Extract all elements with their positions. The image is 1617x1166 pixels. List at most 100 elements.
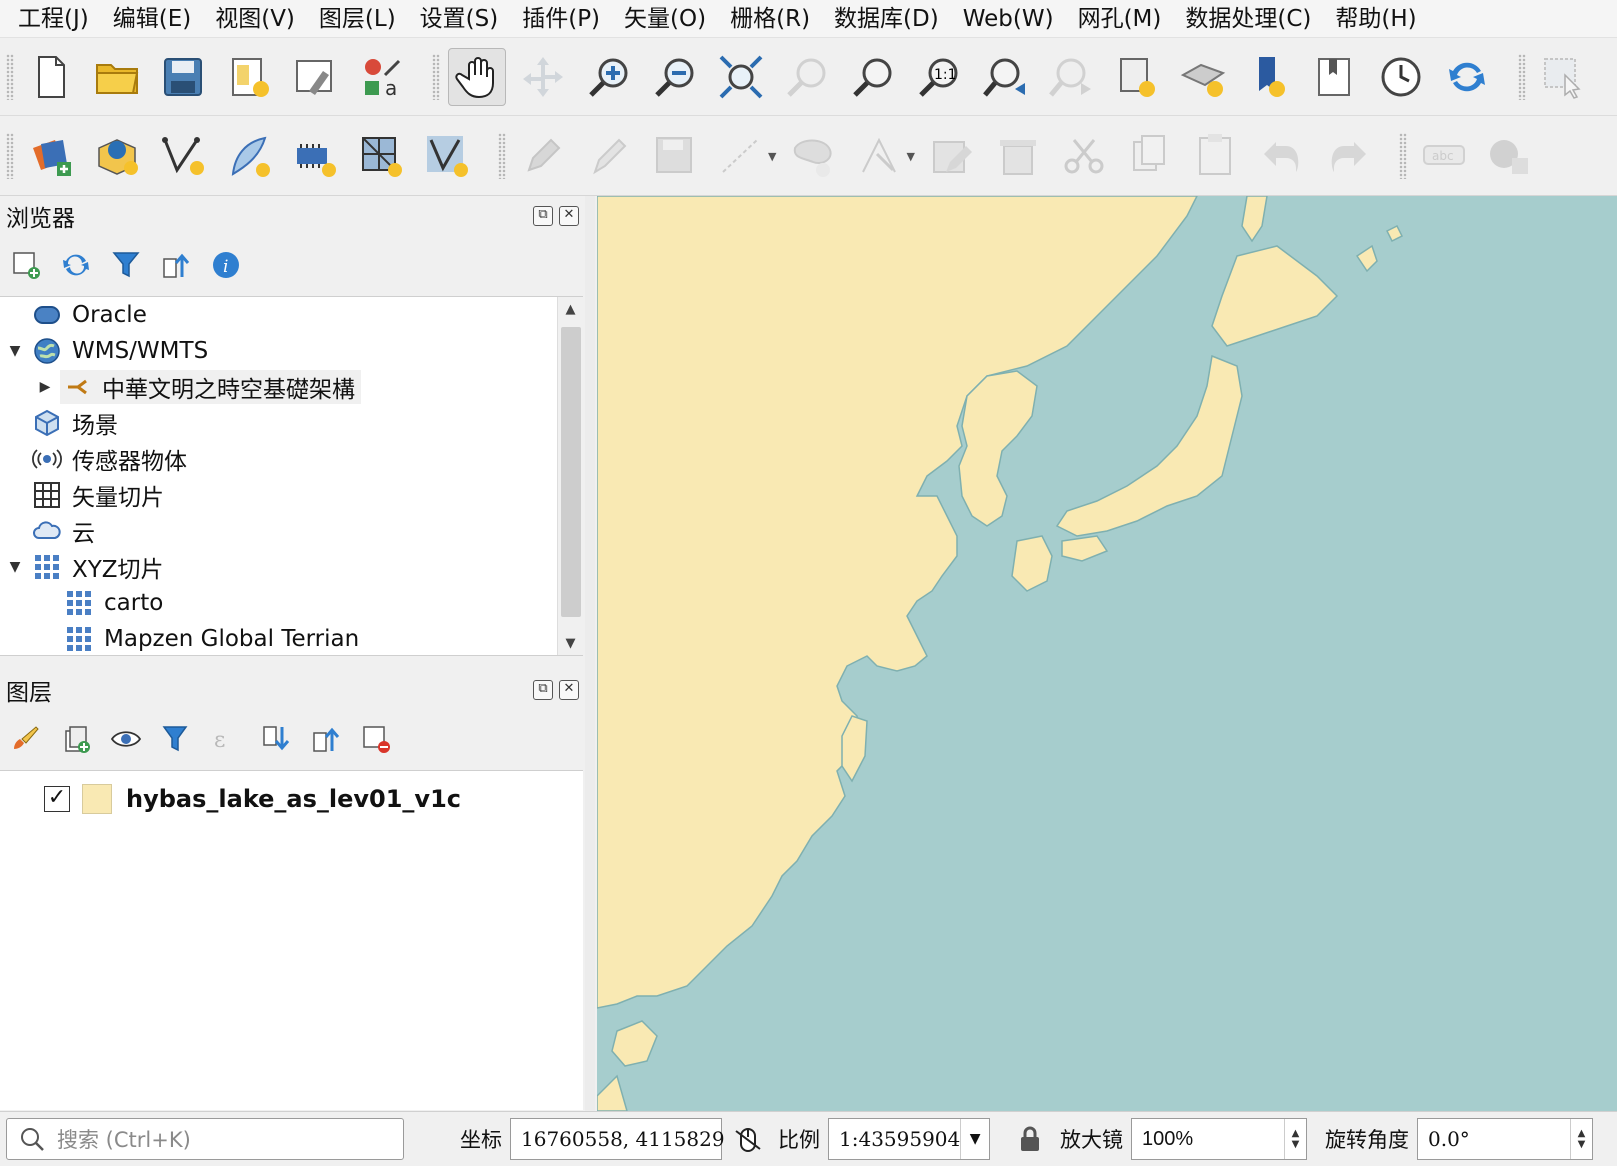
zoom-to-layer-button[interactable] [844,48,902,106]
pan-to-selection-button[interactable] [514,48,572,106]
filter-expression-button[interactable]: ε [208,721,244,757]
menu-layer[interactable]: 图层(L) [307,1,408,37]
tree-item-wms-layer[interactable]: ▶ 中華文明之時空基礎架構 [0,369,583,405]
toolbar-grip-6[interactable] [1398,133,1407,179]
delete-selected-button[interactable] [989,127,1047,185]
expand-arrow-icon[interactable]: ▼ [0,343,30,359]
zoom-to-selection-button[interactable] [778,48,836,106]
spin-arrows-icon[interactable]: ▲ ▼ [1284,1119,1306,1159]
layer-symbol-swatch[interactable] [82,784,112,814]
close-panel-icon[interactable]: ✕ [559,206,579,226]
filter-browser-button[interactable] [108,247,144,283]
zoom-out-button[interactable] [646,48,704,106]
save-project-button[interactable] [154,48,212,106]
new-spatialite-layer-button[interactable] [220,127,278,185]
menu-mesh[interactable]: 网孔(M) [1066,1,1174,37]
current-edits-button[interactable] [514,127,572,185]
expand-arrow-icon[interactable]: ▶ [30,379,60,395]
new-geopackage-layer-button[interactable] [88,127,146,185]
menu-project[interactable]: 工程(J) [6,1,101,37]
menu-web[interactable]: Web(W) [951,1,1066,37]
refresh-browser-button[interactable] [58,247,94,283]
scroll-up-icon[interactable]: ▲ [558,297,583,323]
spin-arrows-icon[interactable]: ▲ ▼ [1570,1119,1592,1159]
menu-database[interactable]: 数据库(D) [822,1,951,37]
toolbar-grip[interactable] [6,53,14,100]
expand-all-button[interactable] [258,721,294,757]
add-selected-layers-button[interactable] [8,247,44,283]
menu-edit[interactable]: 编辑(E) [101,1,203,37]
chevron-down-icon[interactable]: ▼ [960,1119,989,1159]
new-virtual-layer-button[interactable] [352,127,410,185]
collapse-all-button[interactable] [158,247,194,283]
toolbar-grip-2[interactable] [432,53,440,100]
show-spatial-bookmarks-button[interactable] [1240,48,1298,106]
zoom-in-button[interactable] [580,48,638,106]
menu-settings[interactable]: 设置(S) [408,1,511,37]
coordinate-field[interactable]: 16760558, 4115829 [510,1118,725,1160]
data-source-manager-button[interactable] [22,127,80,185]
add-polygon-button[interactable] [784,127,842,185]
menu-vector[interactable]: 矢量(O) [612,1,718,37]
tree-item-xyz[interactable]: ▼ XYZ切片 [0,549,583,585]
scroll-down-icon[interactable]: ▼ [558,631,583,655]
locator-search-input[interactable]: 搜索 (Ctrl+K) [6,1118,404,1160]
filter-legend-button[interactable] [158,721,194,757]
tree-item-oracle[interactable]: Oracle [0,297,583,333]
remove-layer-button[interactable] [358,721,394,757]
tree-item-mapzen[interactable]: Mapzen Global Terrian [0,621,583,655]
scroll-thumb[interactable] [561,327,581,617]
open-project-button[interactable] [88,48,146,106]
panel-splitter[interactable] [585,196,595,1111]
new-mesh-layer-button[interactable] [418,127,476,185]
digitize-button[interactable] [712,127,770,185]
tree-item-carto[interactable]: carto [0,585,583,621]
pan-map-button[interactable] [448,47,506,106]
zoom-native-button[interactable]: 1:1 [910,48,968,106]
lock-scale-button[interactable] [1012,1121,1048,1157]
close-panel-icon[interactable]: ✕ [559,680,579,700]
diagram-button[interactable] [1481,127,1539,185]
bookmark-manager-button[interactable] [1306,48,1364,106]
layer-labeling-button[interactable]: abc [1415,127,1473,185]
paste-features-button[interactable] [1187,127,1245,185]
new-project-button[interactable] [22,48,80,106]
menu-view[interactable]: 视图(V) [203,1,307,37]
tree-item-sensors[interactable]: 传感器物体 [0,441,583,477]
tree-item-wms[interactable]: ▼ WMS/WMTS [0,333,583,369]
tree-item-scenes[interactable]: 场景 [0,405,583,441]
expand-arrow-icon[interactable]: ▼ [0,559,30,575]
menu-plugins[interactable]: 插件(P) [510,1,612,37]
zoom-next-button[interactable] [1042,48,1100,106]
toggle-editing-button[interactable] [580,127,638,185]
collapse-all-layers-button[interactable] [308,721,344,757]
menu-help[interactable]: 帮助(H) [1323,1,1428,37]
magnifier-spinbox[interactable]: 100% ▲ ▼ [1131,1118,1307,1160]
save-layer-edits-button[interactable] [646,127,704,185]
tree-item-vector-tiles[interactable]: 矢量切片 [0,477,583,513]
vertex-tool-button[interactable] [850,127,908,185]
cut-features-button[interactable] [1055,127,1113,185]
temporal-controller-button[interactable] [1372,48,1430,106]
menu-processing[interactable]: 数据处理(C) [1173,1,1323,37]
copy-features-button[interactable] [1121,127,1179,185]
select-features-button[interactable] [1534,48,1592,106]
toolbar-grip-3[interactable] [1518,53,1526,100]
show-bookmarks-button[interactable] [1174,48,1232,106]
new-spatial-bookmark-button[interactable] [1108,48,1166,106]
new-temporary-layer-button[interactable] [286,127,344,185]
float-panel-icon[interactable]: ⧉ [533,680,553,700]
zoom-last-button[interactable] [976,48,1034,106]
style-manager-button[interactable]: a [352,48,410,106]
redo-button[interactable] [1319,127,1377,185]
style-layer-button[interactable] [8,721,44,757]
new-print-layout-button[interactable] [220,48,278,106]
manage-visibility-button[interactable] [108,721,144,757]
tree-item-cloud[interactable]: 云 [0,513,583,549]
add-group-button[interactable] [58,721,94,757]
undo-button[interactable] [1253,127,1311,185]
refresh-button[interactable] [1438,48,1496,106]
layout-manager-button[interactable] [286,48,344,106]
rotation-spinbox[interactable]: 0.0° ▲ ▼ [1417,1118,1593,1160]
layer-row[interactable]: ✓ hybas_lake_as_lev01_v1c [0,779,583,819]
